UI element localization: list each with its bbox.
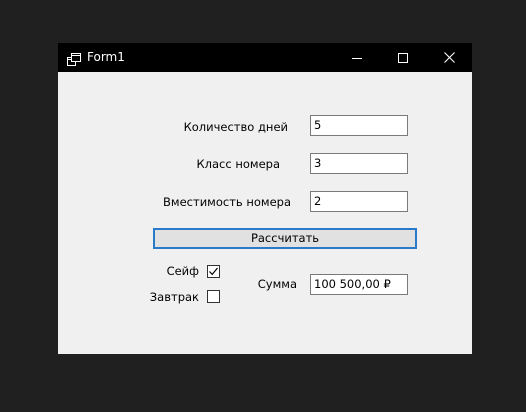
room-class-input[interactable]: 3: [310, 153, 408, 174]
close-button[interactable]: [426, 43, 472, 72]
breakfast-checkbox[interactable]: [207, 290, 220, 303]
maximize-button[interactable]: [380, 43, 426, 72]
safe-checkbox[interactable]: [207, 265, 220, 278]
capacity-input[interactable]: 2: [310, 191, 408, 212]
breakfast-label: Завтрак: [149, 290, 199, 304]
sum-label: Сумма: [257, 277, 297, 291]
maximize-icon: [398, 52, 408, 63]
calculate-button[interactable]: Рассчитать: [153, 228, 417, 249]
window-title: Form1: [87, 50, 125, 64]
minimize-icon: [352, 57, 362, 59]
days-label: Количество дней: [183, 120, 288, 134]
safe-label: Сейф: [166, 264, 199, 278]
close-icon: [443, 52, 455, 63]
capacity-label: Вместимость номера: [163, 195, 291, 209]
checkmark-icon: [209, 267, 218, 276]
form-window: Form1 Количество дней 5 Класс номера 3 В…: [58, 43, 472, 354]
title-bar[interactable]: Form1: [58, 43, 472, 72]
room-class-label: Класс номера: [196, 157, 280, 171]
days-input[interactable]: 5: [310, 115, 408, 136]
window-app-icon: [67, 51, 81, 66]
minimize-button[interactable]: [334, 43, 380, 72]
sum-output[interactable]: 100 500,00 ₽: [310, 274, 408, 295]
